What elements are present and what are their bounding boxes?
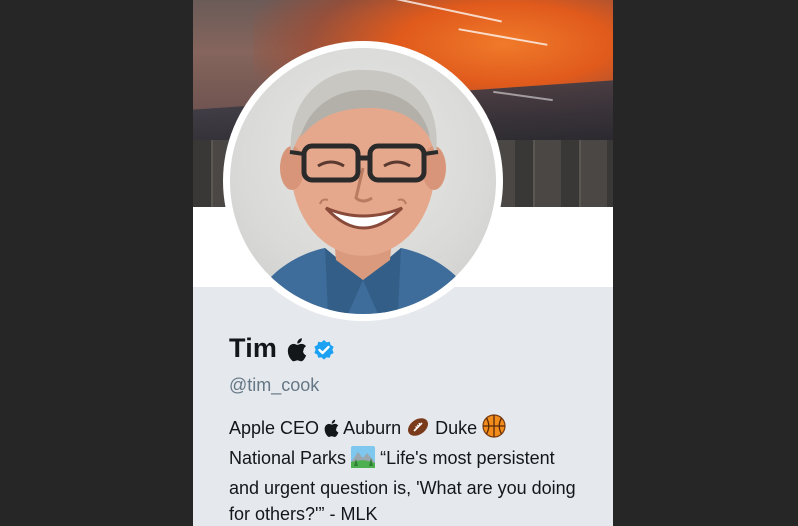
profile-bio: Apple CEO Auburn Duke National Parks “Li…: [229, 414, 589, 526]
avatar[interactable]: [223, 41, 503, 321]
bio-text-2: Auburn: [343, 418, 402, 438]
profile-photo: [230, 48, 496, 314]
verified-badge-icon: [313, 339, 335, 366]
profile-name: Tim: [229, 333, 278, 363]
profile-handle[interactable]: @tim_cook: [229, 375, 319, 396]
basketball-emoji-icon: [482, 414, 506, 445]
national-park-emoji-icon: [351, 446, 376, 475]
apple-logo-icon: [324, 419, 339, 445]
bio-text-1: Apple CEO: [229, 418, 320, 438]
apple-logo-icon: [287, 338, 307, 367]
bio-text-3: Duke: [435, 418, 478, 438]
football-emoji-icon: [406, 416, 430, 445]
name-badges: [287, 338, 335, 367]
profile-card: Tim @tim_cook Apple CEO Auburn Duke Nati…: [193, 0, 613, 526]
bio-text-4: National Parks: [229, 448, 347, 468]
